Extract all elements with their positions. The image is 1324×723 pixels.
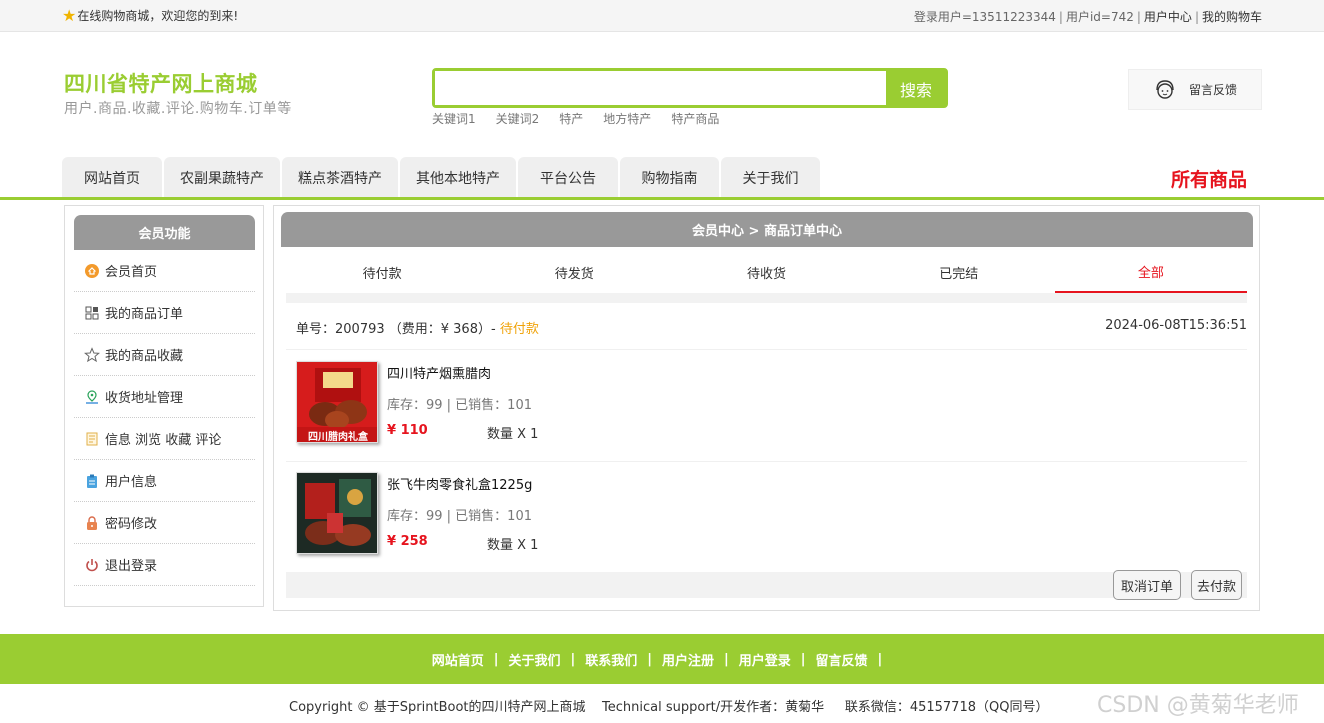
goods-thumbnail[interactable] xyxy=(296,472,378,554)
footer-link-feedback[interactable]: 留言反馈 xyxy=(816,650,868,669)
sidebar-item-label: 我的商品收藏 xyxy=(105,349,184,364)
tabs-divider xyxy=(286,293,1247,303)
sidebar-title: 会员功能 xyxy=(74,215,255,250)
location-icon xyxy=(84,389,100,405)
nav-tab-pastry-tea-wine[interactable]: 糕点茶酒特产 xyxy=(282,157,398,198)
logged-in-user: 登录用户=13511223344 xyxy=(913,10,1056,24)
nav-tab-about[interactable]: 关于我们 xyxy=(721,157,820,198)
nav-tab-shopping-guide[interactable]: 购物指南 xyxy=(620,157,719,198)
footer-link-contact[interactable]: 联系我们 xyxy=(585,650,637,669)
star-icon: ★ xyxy=(62,5,77,25)
order-goods-item: 张飞牛肉零食礼盒1225g 库存：99 | 已销售：101 ¥ 258 数量 X… xyxy=(296,472,1236,572)
goods-quantity: 数量 X 1 xyxy=(487,538,539,553)
nav-tab-home[interactable]: 网站首页 xyxy=(62,157,162,198)
welcome-text: 在线购物商城，欢迎您的到来! xyxy=(77,9,239,23)
user-links: 登录用户=13511223344 | 用户id=742 | 用户中心 | 我的购物车 xyxy=(913,10,1262,24)
feedback-button[interactable]: 留言反馈 xyxy=(1128,69,1262,110)
goods-name[interactable]: 张飞牛肉零食礼盒1225g xyxy=(387,474,532,493)
order-number: 单号：200793 （费用：¥ 368）- xyxy=(296,322,496,337)
user-id: 用户id=742 xyxy=(1065,10,1134,24)
footer-links: 网站首页 | 关于我们 | 联系我们 | 用户注册 | 用户登录 | 留言反馈 | xyxy=(0,634,1324,684)
welcome-message: ★ 在线购物商城，欢迎您的到来! xyxy=(62,7,238,24)
thumbnail-label: 四川腊肉礼盒 xyxy=(308,430,369,443)
divider xyxy=(286,349,1247,350)
site-subtitle: 用户.商品.收藏.评论.购物车.订单等 xyxy=(64,101,292,117)
sidebar-item-label: 我的商品订单 xyxy=(105,307,184,322)
sidebar-item-address[interactable]: 收货地址管理 xyxy=(74,376,255,418)
goods-thumbnail[interactable]: 四川腊肉礼盒 xyxy=(296,361,378,443)
goods-name[interactable]: 四川特产烟熏腊肉 xyxy=(387,363,491,382)
pay-button[interactable]: 去付款 xyxy=(1191,570,1242,600)
star-outline-icon xyxy=(84,346,100,363)
sidebar-item-label: 收货地址管理 xyxy=(105,391,184,406)
home-icon xyxy=(84,263,100,279)
keyword-link[interactable]: 关键词1 xyxy=(432,110,476,127)
order-time: 2024-06-08T15:36:51 xyxy=(1105,318,1247,333)
sidebar-item-label: 密码修改 xyxy=(105,517,158,532)
sidebar-item-member-home[interactable]: 会员首页 xyxy=(74,250,255,292)
tab-pending-shipment[interactable]: 待发货 xyxy=(478,251,670,294)
top-bar: ★ 在线购物商城，欢迎您的到来! 登录用户=13511223344 | 用户id=7… xyxy=(0,0,1324,32)
sidebar-item-label: 信息 浏览 收藏 评论 xyxy=(105,433,222,448)
order-status-tabs: 待付款 待发货 待收货 已完结 全部 xyxy=(286,251,1248,294)
site-title: 四川省特产网上商城 xyxy=(64,72,258,96)
keyword-link[interactable]: 地方特产 xyxy=(603,110,651,127)
order-center-panel: 会员中心 > 商品订单中心 待付款 待发货 待收货 已完结 全部 单号：2007… xyxy=(273,205,1260,611)
order-action-bar xyxy=(286,572,1247,598)
search-button[interactable]: 搜索 xyxy=(886,70,946,107)
goods-stock: 库存：99 | 已销售：101 xyxy=(387,398,532,413)
sidebar-item-label: 用户信息 xyxy=(105,475,158,490)
keyword-link[interactable]: 特产 xyxy=(559,110,583,127)
nav-tab-produce[interactable]: 农副果蔬特产 xyxy=(164,157,280,198)
sidebar-item-label: 会员首页 xyxy=(105,265,158,280)
document-icon xyxy=(84,431,100,447)
cancel-order-button[interactable]: 取消订单 xyxy=(1113,570,1181,600)
search-box: 搜索 xyxy=(432,68,948,108)
sidebar-item-orders[interactable]: 我的商品订单 xyxy=(74,292,255,334)
search-input[interactable] xyxy=(435,71,886,105)
my-cart-link[interactable]: 我的购物车 xyxy=(1202,10,1262,24)
goods-price: ¥ 110 xyxy=(387,423,428,438)
goods-quantity: 数量 X 1 xyxy=(487,427,539,442)
order-status: 待付款 xyxy=(499,322,539,337)
tab-pending-receipt[interactable]: 待收货 xyxy=(670,251,862,294)
sidebar-item-logout[interactable]: 退出登录 xyxy=(74,544,255,586)
clipboard-icon xyxy=(84,473,100,489)
divider xyxy=(286,461,1247,462)
footer-link-register[interactable]: 用户注册 xyxy=(662,650,714,669)
sidebar-item-label: 退出登录 xyxy=(105,559,158,574)
watermark: CSDN @黄菊华老师 xyxy=(1097,693,1299,718)
feedback-label: 留言反馈 xyxy=(1189,83,1238,97)
keyword-link[interactable]: 关键词2 xyxy=(496,110,540,127)
breadcrumb: 会员中心 > 商品订单中心 xyxy=(281,212,1253,247)
power-icon xyxy=(84,557,100,573)
tab-all[interactable]: 全部 xyxy=(1054,251,1248,294)
order-goods-item: 四川腊肉礼盒 四川特产烟熏腊肉 库存：99 | 已销售：101 ¥ 110 数量… xyxy=(296,361,1236,461)
tab-pending-payment[interactable]: 待付款 xyxy=(286,251,478,294)
sidebar-item-password[interactable]: 密码修改 xyxy=(74,502,255,544)
footer-link-home[interactable]: 网站首页 xyxy=(432,650,484,669)
footer-link-about[interactable]: 关于我们 xyxy=(508,650,560,669)
nav-tab-other-local[interactable]: 其他本地特产 xyxy=(400,157,516,198)
order-summary: 单号：200793 （费用：¥ 368）- 待付款 xyxy=(296,318,539,337)
sidebar-item-info-browse[interactable]: 信息 浏览 收藏 评论 xyxy=(74,418,255,460)
nav-divider xyxy=(0,197,1324,200)
sidebar-item-favorites[interactable]: 我的商品收藏 xyxy=(74,334,255,376)
grid-icon xyxy=(84,305,100,321)
lock-icon xyxy=(84,515,100,531)
all-goods-link[interactable]: 所有商品 xyxy=(1171,165,1247,192)
goods-stock: 库存：99 | 已销售：101 xyxy=(387,509,532,524)
nav-tab-announcements[interactable]: 平台公告 xyxy=(518,157,618,198)
goods-price: ¥ 258 xyxy=(387,534,428,549)
tab-completed[interactable]: 已完结 xyxy=(863,251,1055,294)
member-sidebar: 会员功能 会员首页 我的商品订单 我的商品收藏 收货地址管理 信息 浏览 收藏 … xyxy=(64,205,264,607)
search-keywords: 关键词1 关键词2 特产 地方特产 特产商品 xyxy=(432,110,719,127)
main-nav: 网站首页 农副果蔬特产 糕点茶酒特产 其他本地特产 平台公告 购物指南 关于我们 xyxy=(62,157,820,198)
customer-service-icon xyxy=(1156,79,1174,99)
keyword-link[interactable]: 特产商品 xyxy=(671,110,719,127)
copyright: Copyright © 基于SprintBoot的四川特产网上商城 Techni… xyxy=(289,700,1049,715)
user-center-link[interactable]: 用户中心 xyxy=(1144,10,1192,24)
footer-link-login[interactable]: 用户登录 xyxy=(739,650,791,669)
sidebar-item-user-info[interactable]: 用户信息 xyxy=(74,460,255,502)
